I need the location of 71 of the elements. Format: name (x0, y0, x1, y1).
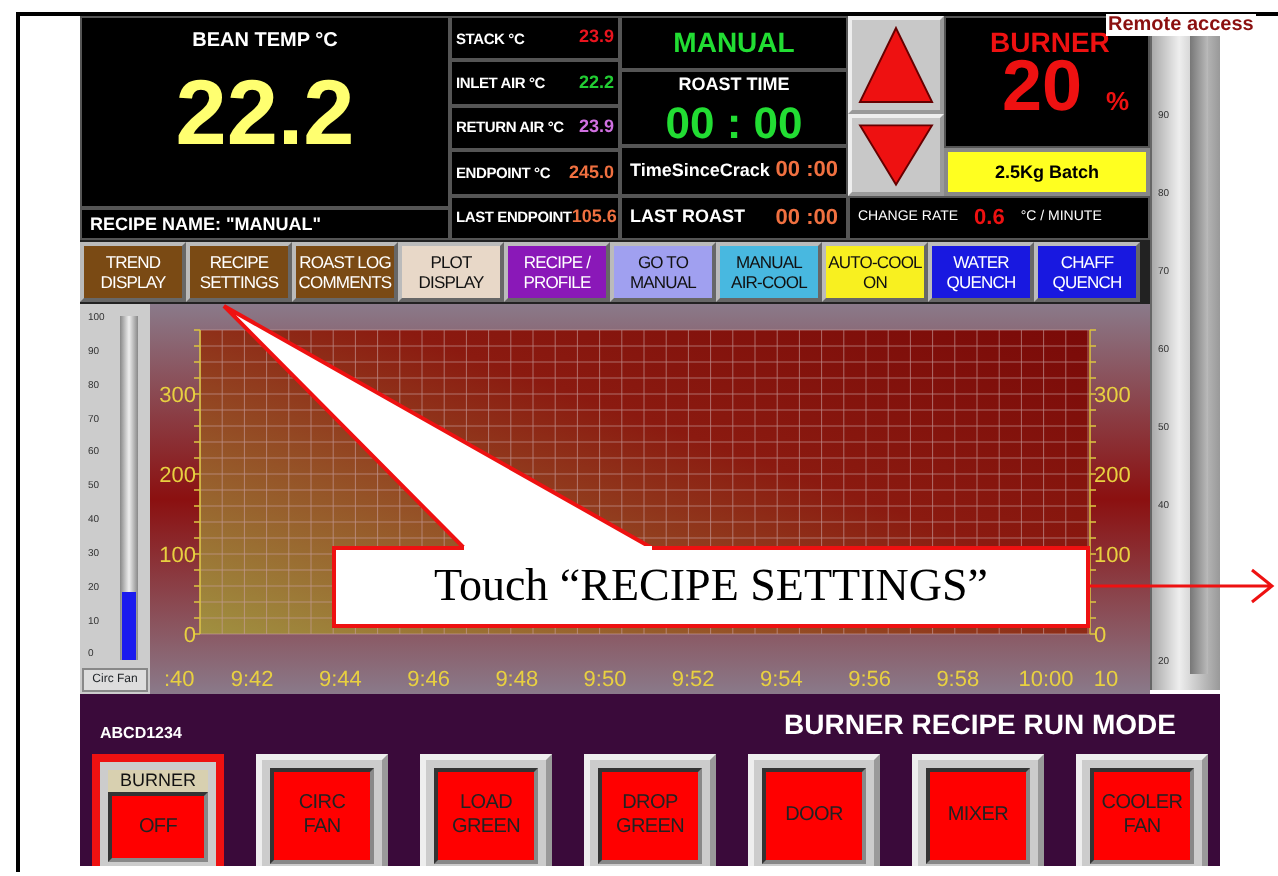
x-axis-label: 9:56 (848, 668, 891, 692)
x-axis-label: 9:48 (495, 668, 539, 692)
bean-temp-value: 22.2 (175, 58, 355, 168)
up-arrow-icon (856, 24, 936, 106)
control-button[interactable]: DROP GREEN (584, 754, 716, 866)
x-axis-label: 10:00 (1018, 668, 1074, 692)
y-axis-label: 0 (183, 624, 196, 648)
x-axis-label: 9:50 (583, 668, 627, 692)
axis-label: 300 (1094, 384, 1131, 408)
control-button[interactable]: BURNER OFF (92, 754, 224, 866)
down-arrow-icon (856, 122, 936, 188)
callout-text: Touch “RECIPE SETTINGS” (432, 558, 990, 614)
bean-temp-label: BEAN TEMP °C (192, 28, 338, 56)
y-axis-label: 300 (159, 384, 196, 408)
last-roast-value: 00 :00 (775, 203, 838, 234)
reading-value: 22.2 (578, 69, 614, 96)
burner-unit: % (1106, 84, 1130, 120)
x-axis-label: 9:54 (760, 668, 803, 692)
control-button[interactable]: COOLER FAN (1076, 754, 1208, 866)
roast-time-label: ROAST TIME (678, 72, 790, 98)
nav-button[interactable]: RECIPE SETTINGS (186, 242, 292, 302)
x-axis-label: 9:46 (407, 668, 450, 692)
axis-label: 200 (1094, 464, 1131, 488)
button-caption: BURNER (108, 770, 208, 792)
remote-access-label: Remote access (1106, 14, 1256, 36)
x-axis-label: 10 (1093, 668, 1119, 692)
x-axis-label: 9:52 (671, 668, 715, 692)
batch-label: 2.5Kg Batch (944, 148, 1150, 196)
x-axis-label: 9:44 (319, 668, 362, 692)
axis-label: 100 (1094, 544, 1131, 568)
control-button[interactable]: DOOR (748, 754, 880, 866)
change-rate-value: 0.6 (974, 203, 1005, 234)
nav-button[interactable]: ROAST LOG COMMENTS (292, 242, 398, 302)
button-label: MIXER (926, 768, 1030, 864)
mode-label: MANUAL (620, 16, 848, 70)
nav-button[interactable]: PLOT DISPLAY (398, 242, 504, 302)
reading-value: 105.6 (571, 204, 617, 230)
down-button[interactable] (848, 114, 944, 196)
x-axis-label: 9:42 (230, 668, 274, 692)
machine-id: ABCD1234 (100, 722, 182, 746)
reading-value: 245.0 (568, 159, 614, 186)
reading-value: 23.9 (578, 24, 614, 51)
up-button[interactable] (848, 16, 944, 114)
x-axis-label: 9:58 (936, 668, 980, 692)
button-label: OFF (108, 792, 208, 862)
run-mode-label: BURNER RECIPE RUN MODE (783, 706, 1176, 744)
time-since-crack-label: TimeSinceCrack (630, 157, 770, 184)
roast-time-value: 00 : 00 (665, 99, 803, 147)
control-button[interactable]: MIXER (912, 754, 1044, 866)
nav-button[interactable]: AUTO-COOL ON (822, 242, 928, 302)
button-label: LOAD GREEN (434, 768, 538, 864)
button-label: CIRC FAN (270, 768, 374, 864)
recipe-name: RECIPE NAME: "MANUAL" (80, 208, 450, 240)
x-axis-label: :40 (164, 668, 195, 692)
nav-button[interactable]: CHAFF QUENCH (1034, 242, 1140, 302)
button-label: COOLER FAN (1090, 768, 1194, 864)
control-button[interactable]: CIRC FAN (256, 754, 388, 866)
nav-button[interactable]: WATER QUENCH (928, 242, 1034, 302)
axis-label: 0 (1094, 624, 1107, 648)
button-label: DROP GREEN (598, 768, 702, 864)
last-roast-label: LAST ROAST (630, 204, 745, 231)
control-button[interactable]: LOAD GREEN (420, 754, 552, 866)
y-axis-label: 100 (159, 544, 196, 568)
time-since-crack-value: 00 :00 (775, 156, 838, 187)
nav-button[interactable]: TREND DISPLAY (80, 242, 186, 302)
nav-button[interactable]: MANUAL AIR-COOL (716, 242, 822, 302)
nav-button[interactable]: GO TO MANUAL (610, 242, 716, 302)
nav-button[interactable]: RECIPE / PROFILE (504, 242, 610, 302)
y-axis-label: 200 (159, 464, 196, 488)
reading-value: 23.9 (578, 114, 614, 141)
button-label: DOOR (762, 768, 866, 864)
